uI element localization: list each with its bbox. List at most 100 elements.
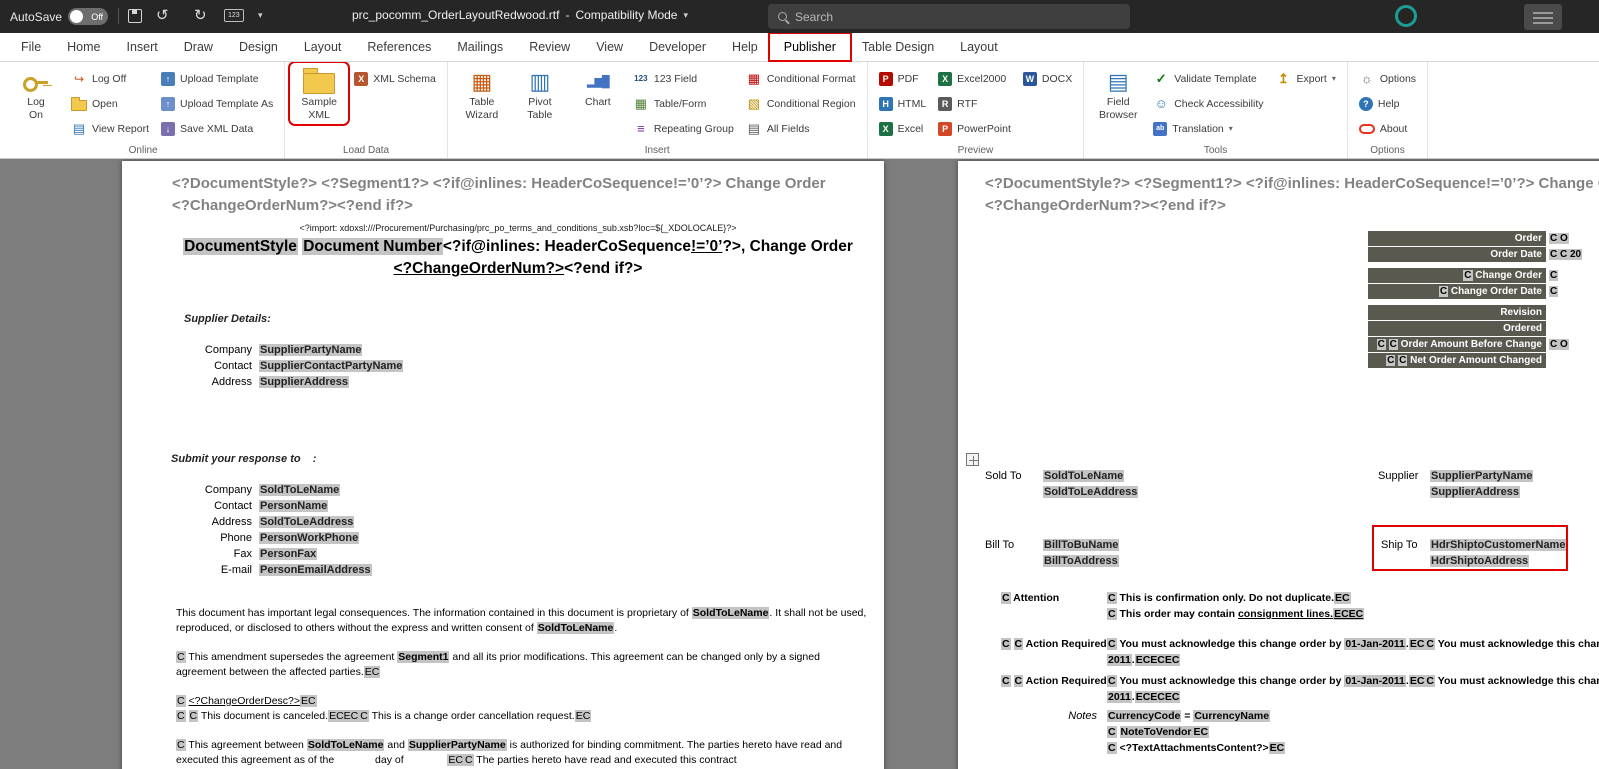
window-menu-icon[interactable] xyxy=(1524,4,1562,30)
tab-developer[interactable]: Developer xyxy=(636,35,719,59)
table-wizard-button[interactable]: Table Wizard xyxy=(455,65,509,122)
preview-excel-button[interactable]: Excel xyxy=(875,117,931,140)
tab-table-design[interactable]: Table Design xyxy=(849,35,947,59)
tab-file[interactable]: File xyxy=(8,35,54,59)
check-accessibility-button[interactable]: Check Accessibility xyxy=(1149,92,1267,115)
summary-label: C Change Order xyxy=(1368,268,1546,283)
preview-excel2000-button[interactable]: Excel2000 xyxy=(934,67,1015,90)
field-value[interactable]: SupplierAddress xyxy=(259,376,350,388)
help-button[interactable]: Help xyxy=(1355,92,1420,115)
view-report-button[interactable]: View Report xyxy=(67,117,153,140)
tab-design[interactable]: Design xyxy=(226,35,291,59)
tab-view[interactable]: View xyxy=(583,35,636,59)
tab-help[interactable]: Help xyxy=(719,35,771,59)
tab-home[interactable]: Home xyxy=(54,35,113,59)
field-value[interactable]: PersonFax xyxy=(259,548,318,560)
field-123-button[interactable]: 123 Field xyxy=(629,67,738,90)
document-title[interactable]: prc_pocomm_OrderLayoutRedwood.rtf - Comp… xyxy=(352,8,688,22)
numbering-quick-access-icon[interactable] xyxy=(224,9,244,22)
preview-powerpoint-button[interactable]: PowerPoint xyxy=(934,117,1015,140)
log-on-button[interactable]: Log On xyxy=(9,65,63,122)
log-off-button[interactable]: Log Off xyxy=(67,67,153,90)
table-form-button[interactable]: Table/Form xyxy=(629,92,738,115)
about-button[interactable]: About xyxy=(1355,117,1420,140)
validate-template-button[interactable]: Validate Template xyxy=(1149,67,1267,90)
tab-insert[interactable]: Insert xyxy=(114,35,171,59)
save-icon[interactable] xyxy=(128,9,142,23)
field-value[interactable]: SoldToLeName xyxy=(259,484,341,496)
autosave-state: Off xyxy=(91,11,104,22)
log-off-label: Log Off xyxy=(92,72,127,85)
preview-docx-button[interactable]: DOCX xyxy=(1019,67,1076,90)
summary-value[interactable] xyxy=(1546,353,1599,368)
field-label: Fax xyxy=(233,548,252,560)
tab-layout[interactable]: Layout xyxy=(291,35,355,59)
conditional-region-button[interactable]: Conditional Region xyxy=(742,92,860,115)
options-button[interactable]: Options xyxy=(1355,67,1420,90)
field-value[interactable]: SupplierPartyName xyxy=(259,344,363,356)
tab-references[interactable]: References xyxy=(354,35,444,59)
field-value[interactable]: PersonName xyxy=(259,500,329,512)
field-browser-label-line2: Browser xyxy=(1098,109,1138,121)
field-value[interactable]: SoldToLeAddress xyxy=(259,516,355,528)
tab-review[interactable]: Review xyxy=(516,35,583,59)
tab-mailings[interactable]: Mailings xyxy=(444,35,516,59)
xml-schema-button[interactable]: XML Schema xyxy=(350,67,440,90)
field-value[interactable]: PersonWorkPhone xyxy=(259,532,360,544)
sold-to-name-field[interactable]: SoldToLeName xyxy=(1043,470,1125,482)
summary-value[interactable] xyxy=(1546,305,1599,320)
bill-to-address-field[interactable]: BillToAddress xyxy=(1043,555,1119,567)
chart-button[interactable]: Chart xyxy=(571,65,625,109)
field-browser-button[interactable]: Field Browser xyxy=(1091,65,1145,122)
action-required-line1-2: C You must acknowledge this change order… xyxy=(1107,675,1599,687)
sold-to-address-field[interactable]: SoldToLeAddress xyxy=(1043,486,1139,498)
summary-value[interactable]: C O xyxy=(1546,337,1599,352)
summary-row-net-order-amount: C C Net Order Amount Changed xyxy=(1368,353,1599,368)
upload-template-button[interactable]: Upload Template xyxy=(157,67,277,90)
field-label: Company xyxy=(204,344,252,356)
page-left[interactable]: <?DocumentStyle?> <?Segment1?> <?if@inli… xyxy=(122,161,884,769)
undo-icon[interactable] xyxy=(156,6,169,24)
translation-dropdown-icon xyxy=(1229,124,1233,133)
field-value[interactable]: PersonEmailAddress xyxy=(259,564,372,576)
redo-icon[interactable] xyxy=(194,6,207,24)
autosave-toggle[interactable]: Off xyxy=(68,8,109,25)
summary-value[interactable]: C O xyxy=(1546,231,1599,246)
summary-value[interactable] xyxy=(1546,321,1599,336)
supplier-address-field[interactable]: SupplierAddress xyxy=(1430,486,1521,498)
repeating-group-button[interactable]: Repeating Group xyxy=(629,117,738,140)
table-move-handle[interactable] xyxy=(966,453,979,466)
pivot-table-button[interactable]: Pivot Table xyxy=(513,65,567,122)
response-phone-row: Phone PersonWorkPhone xyxy=(122,532,642,548)
bill-to-name-field[interactable]: BillToBuName xyxy=(1043,539,1120,551)
preview-html-button[interactable]: HTML xyxy=(875,92,931,115)
group-label-online: Online xyxy=(128,145,158,156)
key-icon xyxy=(23,74,49,92)
tab-table-layout[interactable]: Layout xyxy=(947,35,1011,59)
export-button[interactable]: Export xyxy=(1272,67,1340,90)
summary-value[interactable]: C xyxy=(1546,284,1599,299)
page-right[interactable]: <?DocumentStyle?> <?Segment1?> <?if@inli… xyxy=(958,161,1599,769)
translation-label: Translation xyxy=(1172,122,1224,135)
summary-value[interactable]: C xyxy=(1546,268,1599,283)
tab-publisher[interactable]: Publisher xyxy=(767,32,852,62)
preview-pdf-button[interactable]: PDF xyxy=(875,67,931,90)
tab-draw[interactable]: Draw xyxy=(171,35,226,59)
account-avatar-ring[interactable] xyxy=(1395,5,1417,27)
title-separator: - xyxy=(565,8,570,22)
save-xml-data-button[interactable]: Save XML Data xyxy=(157,117,277,140)
field-value[interactable]: SupplierContactPartyName xyxy=(259,360,404,372)
open-button[interactable]: Open xyxy=(67,92,153,115)
conditional-format-button[interactable]: Conditional Format xyxy=(742,67,860,90)
summary-value[interactable]: C C 20 xyxy=(1546,247,1599,262)
preview-rtf-button[interactable]: RTF xyxy=(934,92,1015,115)
supplier-name-field[interactable]: SupplierPartyName xyxy=(1430,470,1534,482)
search-box[interactable]: Search xyxy=(768,4,1130,29)
quick-access-more-icon[interactable] xyxy=(258,10,263,21)
notes-line3: C <?TextAttachmentsContent?>EC xyxy=(1107,742,1286,754)
all-fields-button[interactable]: All Fields xyxy=(742,117,860,140)
summary-label: Ordered xyxy=(1368,321,1546,336)
sample-xml-button[interactable]: Sample XML xyxy=(288,61,351,126)
upload-template-as-button[interactable]: Upload Template As xyxy=(157,92,277,115)
translation-button[interactable]: Translation xyxy=(1149,117,1267,140)
